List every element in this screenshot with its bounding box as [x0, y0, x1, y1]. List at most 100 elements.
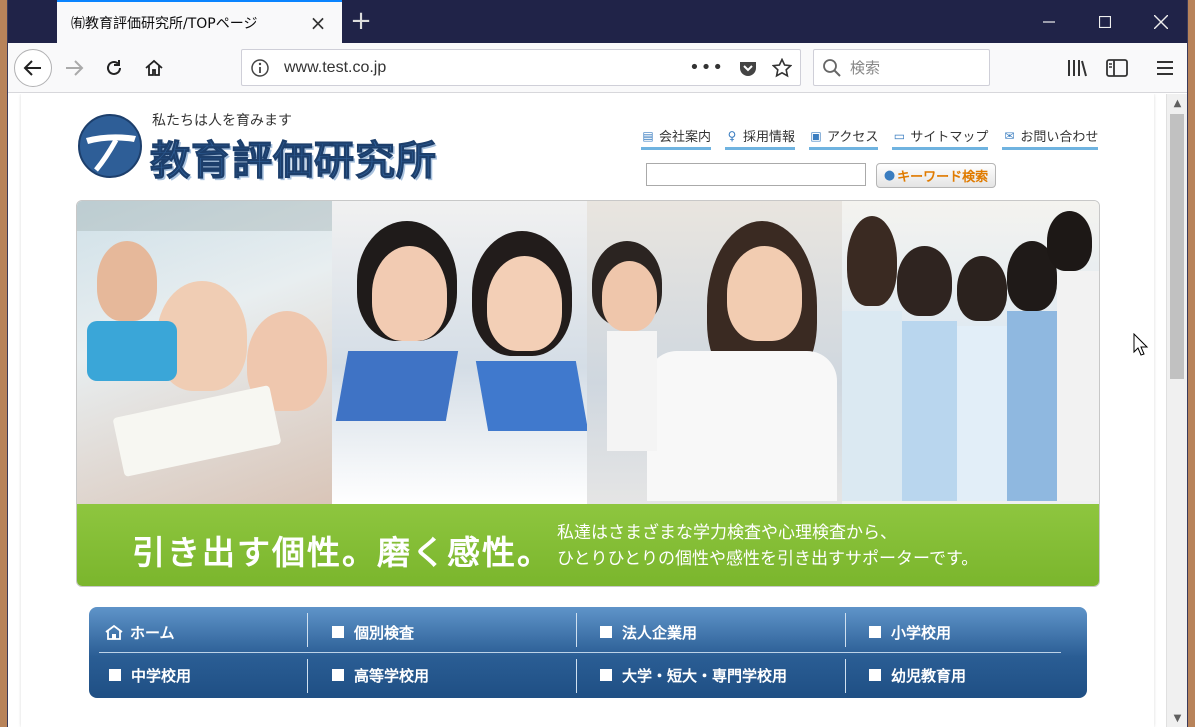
nav-label: 小学校用	[891, 623, 952, 642]
link-label: サイトマップ	[910, 130, 989, 145]
active-tab[interactable]: ㈲教育評価研究所/TOPページ ×	[57, 0, 342, 43]
tab-close-icon[interactable]: ×	[308, 11, 328, 35]
nav-preschool[interactable]: 幼児教育用	[869, 653, 966, 697]
hero-subtext: 私達はさまざまな学力検査や心理検査から、 ひとりひとりの個性や感性を引き出すサポ…	[557, 520, 978, 572]
library-icon[interactable]	[1065, 56, 1089, 80]
nav-corporate[interactable]: 法人企業用	[600, 610, 697, 654]
nav-junior-high[interactable]: 中学校用	[109, 653, 191, 697]
nav-divider	[576, 659, 577, 693]
reload-icon	[107, 60, 121, 75]
link-label: 会社案内	[659, 130, 712, 145]
square-bullet-icon	[869, 669, 881, 681]
home-icon	[145, 59, 163, 76]
link-sitemap[interactable]: ▭ サイトマップ	[892, 126, 989, 150]
square-bullet-icon	[332, 626, 344, 638]
nav-row-divider	[99, 652, 1061, 653]
nav-individual-test[interactable]: 個別検査	[332, 610, 414, 654]
person-icon: ♀	[727, 128, 737, 143]
new-tab-button[interactable]: +	[346, 6, 376, 36]
close-window-button[interactable]	[1133, 0, 1189, 43]
nav-label: 個別検査	[354, 623, 415, 642]
hero-photo-elementary	[77, 201, 332, 504]
hero-caption: 引き出す個性。磨く感性。 私達はさまざまな学力検査や心理検査から、 ひとりひとり…	[77, 504, 1099, 586]
hero-photo-high-school	[587, 201, 842, 504]
title-bar: ㈲教育評価研究所/TOPページ × +	[8, 0, 1187, 43]
link-label: アクセス	[827, 130, 879, 145]
scroll-thumb[interactable]	[1170, 114, 1184, 379]
maximize-button[interactable]	[1077, 0, 1133, 43]
nav-label: 中学校用	[131, 666, 192, 685]
reload-button[interactable]	[96, 50, 132, 86]
forward-button[interactable]	[56, 50, 92, 86]
home-icon	[105, 624, 123, 640]
search-icon	[823, 58, 841, 77]
nav-elementary[interactable]: 小学校用	[869, 610, 951, 654]
link-access[interactable]: ▣ アクセス	[809, 126, 879, 150]
nav-divider	[576, 613, 577, 647]
url-text[interactable]: www.test.co.jp	[284, 59, 689, 77]
back-button[interactable]	[14, 49, 52, 87]
sidebar-icon[interactable]	[1105, 56, 1129, 80]
nav-label: 大学・短大・専門学校用	[622, 666, 788, 685]
page-viewport: 私たちは人を育みます 教育評価研究所 ▤ 会社案内 ♀ 採用情報 ▣ アクセス ▭ サイ…	[8, 94, 1167, 727]
monitor-icon: ▭	[893, 128, 906, 143]
link-label: 採用情報	[743, 130, 796, 145]
magnifier-icon: ●	[883, 168, 896, 183]
link-company[interactable]: ▤ 会社案内	[641, 126, 712, 150]
page-body: 私たちは人を育みます 教育評価研究所 ▤ 会社案内 ♀ 採用情報 ▣ アクセス ▭ サイ…	[21, 94, 1154, 727]
minimize-button[interactable]	[1021, 0, 1077, 43]
hero-subtext-line: 私達はさまざまな学力検査や心理検査から、	[557, 523, 897, 543]
vertical-scrollbar[interactable]: ▲ ▼	[1166, 94, 1187, 727]
nav-university[interactable]: 大学・短大・専門学校用	[600, 653, 787, 697]
keyword-search-label: キーワード検索	[897, 170, 989, 185]
maximize-icon	[1099, 15, 1111, 28]
hero-banner: 引き出す個性。磨く感性。 私達はさまざまな学力検査や心理検査から、 ひとりひとり…	[76, 200, 1100, 587]
keyword-search-button[interactable]: ● キーワード検索	[876, 163, 996, 188]
logo-mark-icon	[78, 114, 142, 178]
keyword-search-input[interactable]	[646, 163, 866, 186]
back-arrow-icon	[23, 60, 41, 76]
close-icon	[1154, 14, 1168, 29]
nav-toolbar: www.test.co.jp ••• 検索	[8, 43, 1187, 93]
nav-label: ホーム	[130, 623, 175, 642]
info-icon[interactable]	[250, 58, 270, 78]
bookmark-star-icon[interactable]	[772, 57, 792, 78]
header-links: ▤ 会社案内 ♀ 採用情報 ▣ アクセス ▭ サイトマップ ✉ お問い合わせ	[641, 126, 1099, 150]
nav-divider	[845, 613, 846, 647]
scroll-up-icon[interactable]: ▲	[1167, 94, 1188, 112]
page-actions-icon[interactable]: •••	[689, 57, 724, 78]
building-icon: ▤	[642, 128, 654, 143]
site-tagline: 私たちは人を育みます	[152, 113, 292, 129]
pocket-icon[interactable]	[738, 58, 758, 78]
hero-photo-university	[842, 201, 1099, 504]
square-bullet-icon	[109, 669, 121, 681]
site-name: 教育評価研究所	[150, 138, 437, 185]
search-box[interactable]: 検索	[813, 49, 990, 86]
nav-label: 法人企業用	[622, 623, 698, 642]
global-nav: ホーム 個別検査 法人企業用 小学校用 中学校用 高等学校用 大学・短大・専門学…	[89, 607, 1087, 698]
link-contact[interactable]: ✉ お問い合わせ	[1002, 126, 1099, 150]
mouse-cursor-icon	[1133, 333, 1149, 356]
site-logo[interactable]: 私たちは人を育みます 教育評価研究所	[76, 110, 466, 185]
nav-divider	[845, 659, 846, 693]
browser-window: ㈲教育評価研究所/TOPページ × + www.test.co.jp ••• 検…	[7, 0, 1188, 727]
bus-icon: ▣	[810, 128, 822, 143]
link-recruit[interactable]: ♀ 採用情報	[725, 126, 796, 150]
nav-home[interactable]: ホーム	[104, 610, 175, 654]
hero-photo-junior-high	[332, 201, 587, 504]
hero-subtext-line: ひとりひとりの個性や感性を引き出すサポーターです。	[557, 549, 979, 569]
minimize-icon	[1043, 20, 1055, 23]
forward-arrow-icon	[66, 60, 84, 76]
hero-headline: 引き出す個性。磨く感性。	[132, 533, 552, 572]
nav-high-school[interactable]: 高等学校用	[332, 653, 429, 697]
home-button[interactable]	[136, 50, 172, 86]
nav-divider	[307, 659, 308, 693]
square-bullet-icon	[600, 669, 612, 681]
square-bullet-icon	[600, 626, 612, 638]
scroll-down-icon[interactable]: ▼	[1167, 709, 1188, 727]
nav-label: 幼児教育用	[891, 666, 967, 685]
search-placeholder: 検索	[850, 59, 881, 77]
address-bar[interactable]: www.test.co.jp •••	[241, 49, 801, 86]
square-bullet-icon	[332, 669, 344, 681]
menu-icon[interactable]	[1153, 56, 1177, 80]
